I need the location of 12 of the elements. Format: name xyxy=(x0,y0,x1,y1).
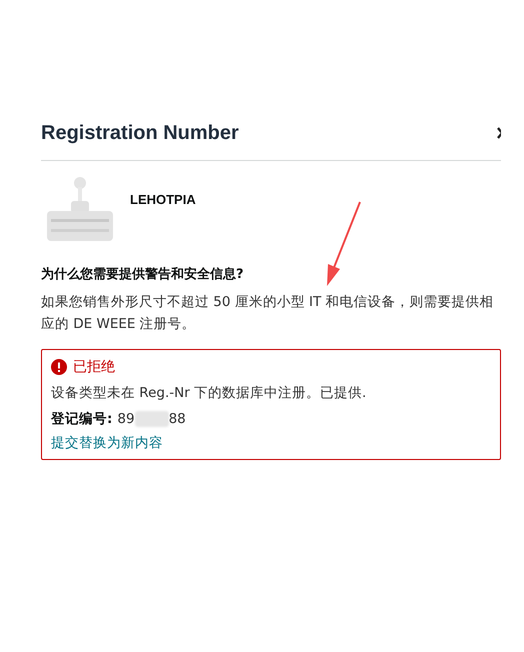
registration-number-start: 89 xyxy=(117,411,135,427)
field-label: 登记编号: xyxy=(51,410,112,428)
error-icon xyxy=(51,359,67,375)
redaction-blur xyxy=(134,411,169,427)
brand-name: LEHOTPIA xyxy=(130,192,196,206)
status-label: 已拒绝 xyxy=(73,358,115,376)
info-heading: 为什么您需要提供警告和安全信息? xyxy=(41,266,245,283)
panel-title: Registration Number xyxy=(41,122,239,144)
info-text: 如果您销售外形尺寸不超过 50 厘米的小型 IT 和电信设备，则需要提供相应的 DE WEEE 注册号。 xyxy=(41,293,495,334)
status-message: 设备类型未在 Reg.-Nr 下的数据库中注册。已提供. xyxy=(51,384,368,402)
replace-link[interactable]: 提交替换为新内容 xyxy=(51,434,491,452)
registration-number-end: 88 xyxy=(168,411,186,427)
